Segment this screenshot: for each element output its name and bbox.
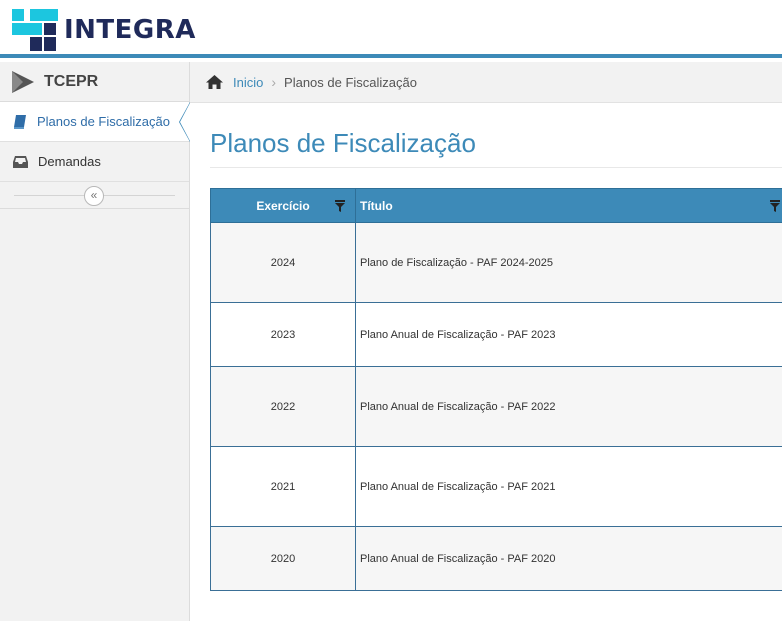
tcepr-logo-icon: [12, 70, 34, 93]
filter-icon[interactable]: [770, 200, 780, 212]
sidebar-collapse-row: «: [0, 182, 189, 209]
sidebar: TCEPR Planos de Fiscalização Demandas «: [0, 62, 190, 621]
breadcrumb-home-link[interactable]: Inicio: [233, 75, 263, 90]
sidebar-item-demandas[interactable]: Demandas: [0, 142, 189, 182]
table-row[interactable]: 2023 Plano Anual de Fiscalização - PAF 2…: [210, 302, 782, 367]
cell-exercicio: 2020: [210, 526, 356, 591]
cell-titulo: Plano Anual de Fiscalização - PAF 2020: [355, 526, 782, 591]
book-icon: [14, 114, 26, 129]
integra-logo-mark-icon: [12, 9, 58, 51]
breadcrumb: Inicio › Planos de Fiscalização: [190, 62, 782, 103]
table-row[interactable]: 2020 Plano Anual de Fiscalização - PAF 2…: [210, 526, 782, 591]
column-header-titulo[interactable]: Título: [355, 188, 782, 223]
top-header: INTEGRA: [0, 0, 782, 58]
page-title: Planos de Fiscalização: [210, 128, 476, 158]
sidebar-item-planos-de-fiscalizacao[interactable]: Planos de Fiscalização: [0, 102, 190, 142]
cell-titulo: Plano Anual de Fiscalização - PAF 2021: [355, 446, 782, 527]
cell-exercicio: 2024: [210, 222, 356, 303]
table-header-row: Exercício Título: [210, 188, 782, 223]
column-header-label: Exercício: [256, 198, 310, 213]
table-row[interactable]: 2021 Plano Anual de Fiscalização - PAF 2…: [210, 446, 782, 527]
cell-exercicio: 2021: [210, 446, 356, 527]
sidebar-item-label: Demandas: [38, 154, 101, 169]
table-row[interactable]: 2022 Plano Anual de Fiscalização - PAF 2…: [210, 366, 782, 447]
inbox-icon: [13, 155, 28, 168]
title-divider: [210, 167, 782, 168]
planos-table: Exercício Título 2024 Plano de Fiscaliza…: [210, 188, 782, 591]
cell-titulo: Plano de Fiscalização - PAF 2024-2025: [355, 222, 782, 303]
collapse-sidebar-button[interactable]: «: [84, 186, 104, 206]
table-row[interactable]: 2024 Plano de Fiscalização - PAF 2024-20…: [210, 222, 782, 303]
cell-exercicio: 2022: [210, 366, 356, 447]
column-header-exercicio[interactable]: Exercício: [210, 188, 356, 223]
breadcrumb-current: Planos de Fiscalização: [284, 74, 417, 90]
logo-text: INTEGRA: [64, 15, 196, 45]
breadcrumb-separator: ›: [271, 74, 277, 90]
sidebar-brand: TCEPR: [0, 62, 189, 102]
home-icon[interactable]: [205, 74, 224, 90]
integra-logo[interactable]: INTEGRA: [12, 7, 196, 53]
cell-exercicio: 2023: [210, 302, 356, 367]
sidebar-item-label: Planos de Fiscalização: [37, 114, 170, 129]
column-header-label: Título: [360, 198, 393, 213]
brand-name: TCEPR: [44, 72, 99, 90]
filter-icon[interactable]: [335, 200, 345, 212]
cell-titulo: Plano Anual de Fiscalização - PAF 2022: [355, 366, 782, 447]
cell-titulo: Plano Anual de Fiscalização - PAF 2023: [355, 302, 782, 367]
